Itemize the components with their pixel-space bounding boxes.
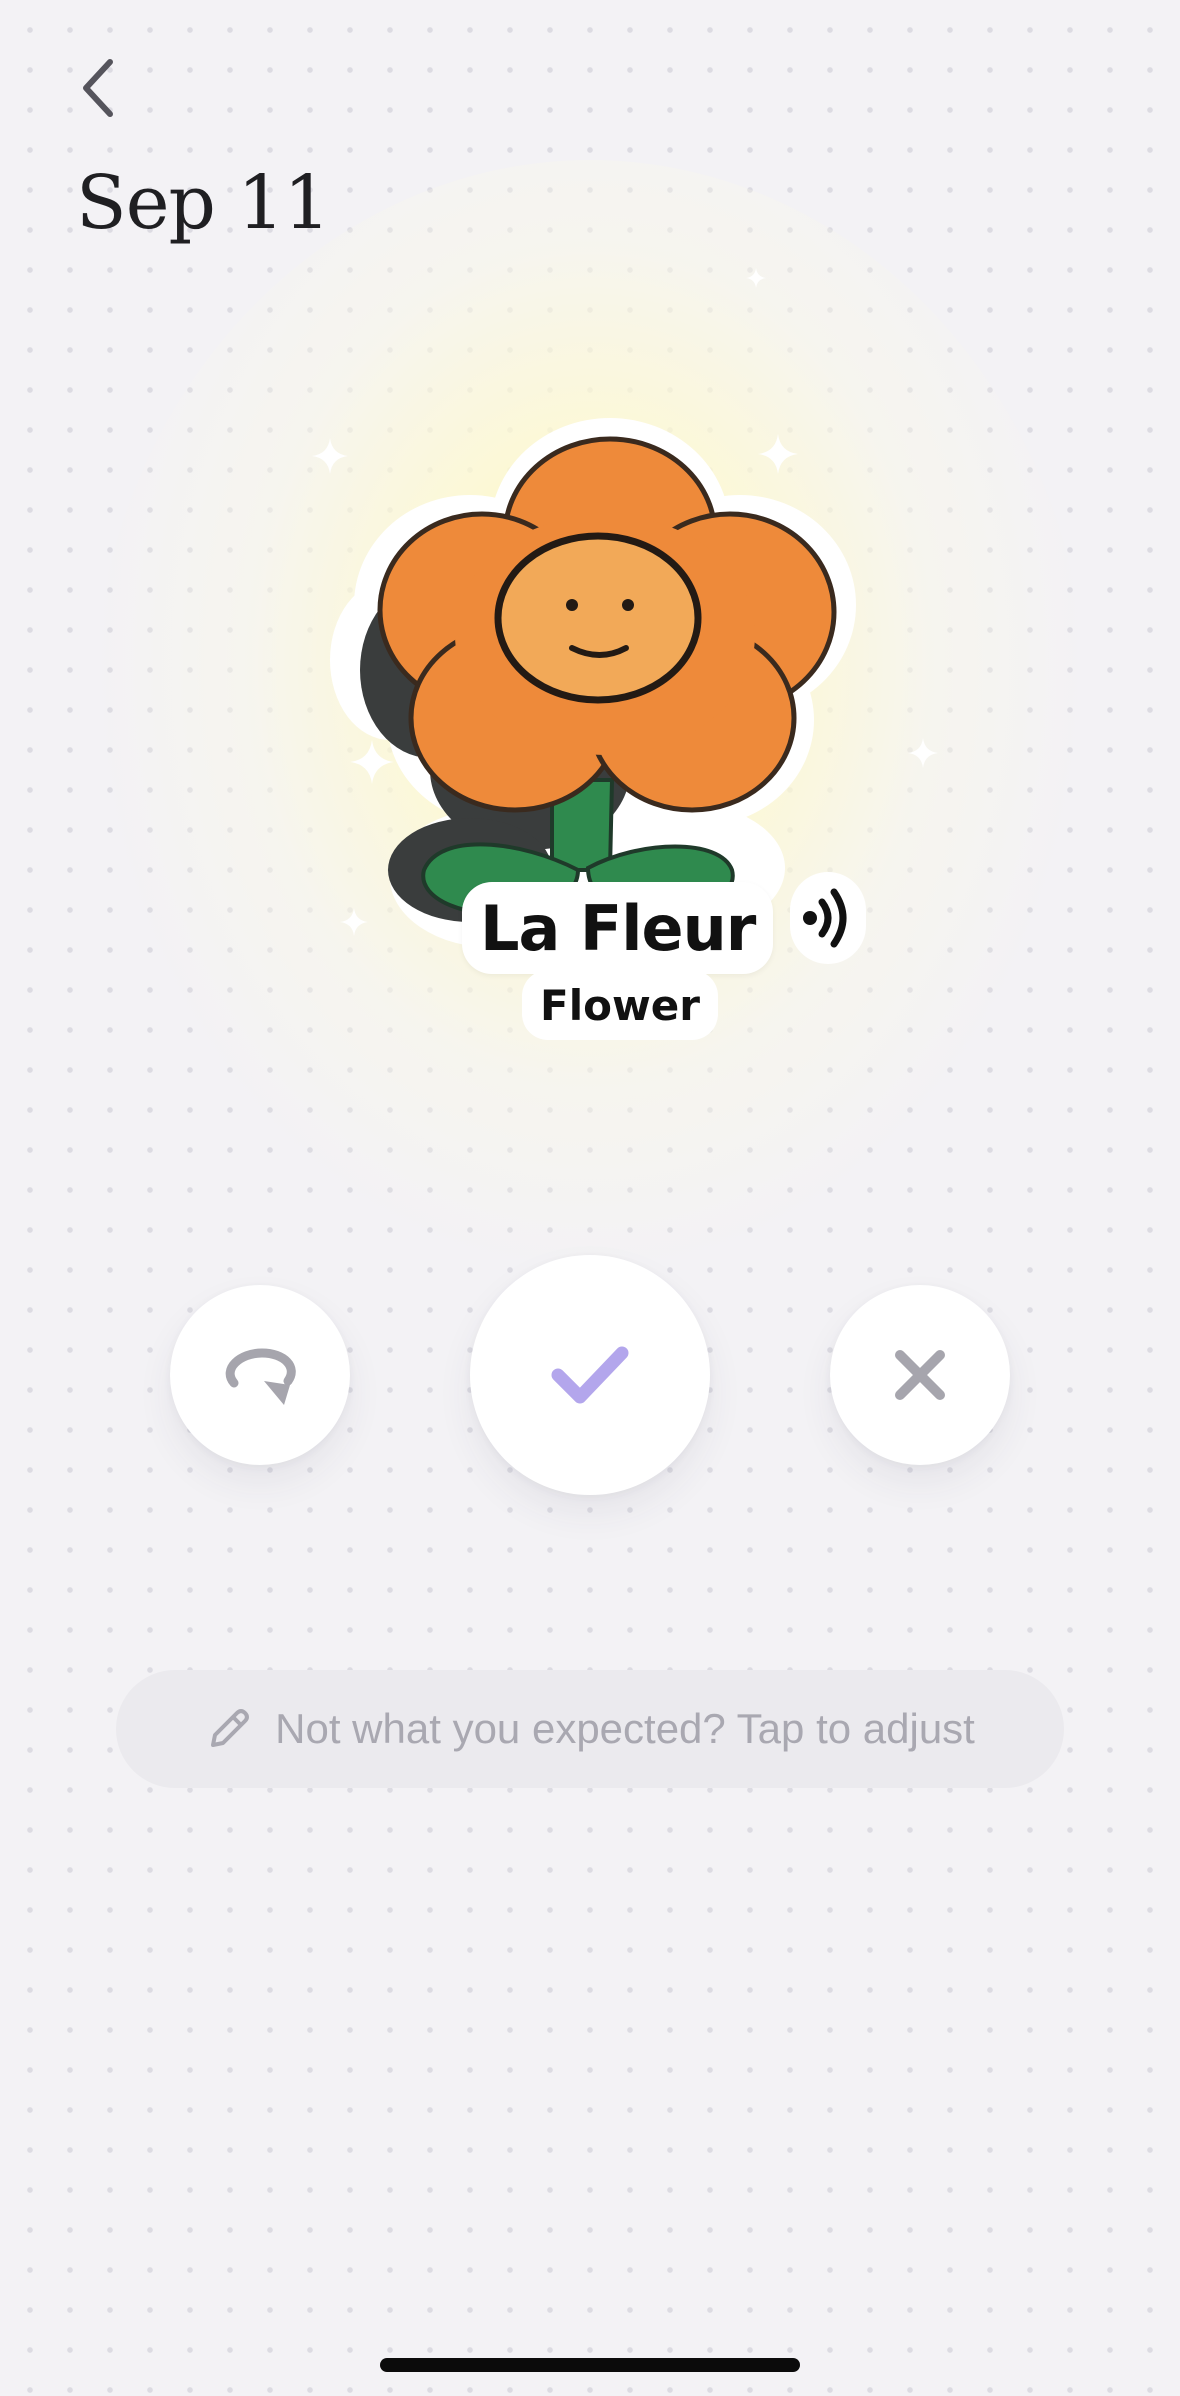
confirm-button[interactable] <box>470 1255 710 1495</box>
word-label: La Fleur <box>462 882 774 974</box>
adjust-label: Not what you expected? Tap to adjust <box>275 1705 975 1752</box>
sparkle-icon <box>746 268 766 288</box>
dismiss-button[interactable] <box>830 1285 1010 1465</box>
play-audio-button[interactable] <box>790 872 866 964</box>
home-indicator <box>380 2358 800 2372</box>
retry-button[interactable] <box>170 1285 350 1465</box>
translation-label: Flower <box>522 970 718 1040</box>
pencil-icon <box>211 1709 250 1747</box>
back-button[interactable] <box>66 46 130 130</box>
close-icon <box>895 1350 945 1400</box>
adjust-button[interactable]: Not what you expected? Tap to adjust <box>116 1670 1064 1788</box>
sparkle-icon <box>908 738 938 768</box>
retry-icon <box>225 1348 296 1405</box>
page-title: Sep 11 <box>76 160 331 246</box>
checkmark-icon <box>551 1346 629 1404</box>
chevron-left-icon <box>83 59 113 117</box>
flower-sticker-image <box>330 418 856 948</box>
speaker-wave-icon <box>803 888 847 948</box>
